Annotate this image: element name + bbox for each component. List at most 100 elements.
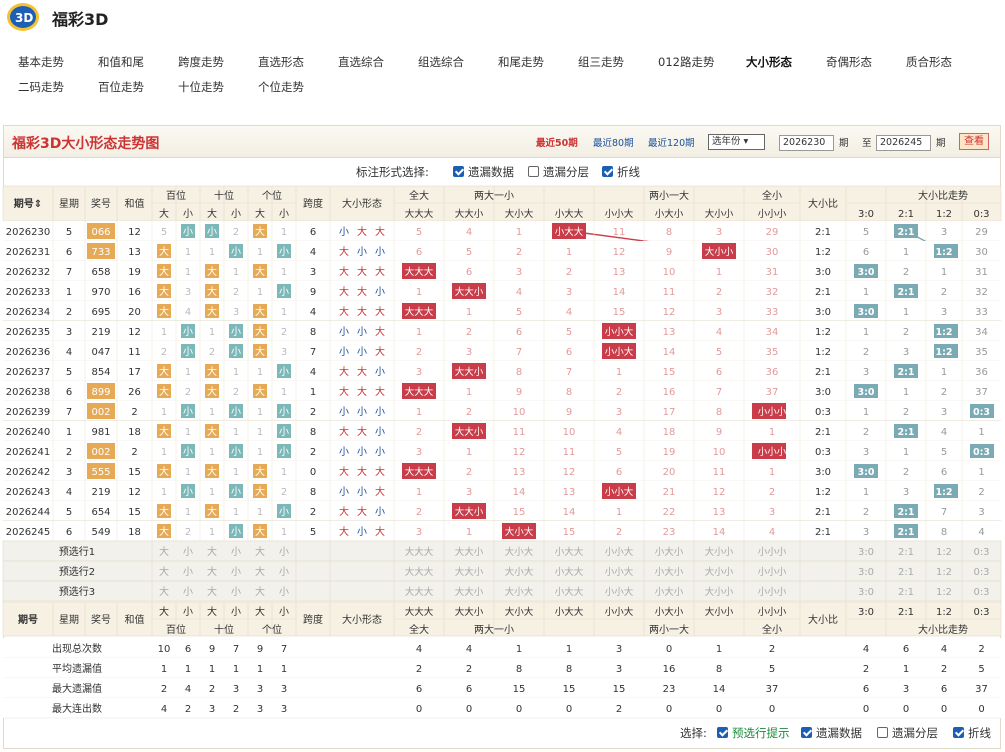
span-cell: 0 bbox=[310, 467, 316, 478]
big-small-subheader: 小 bbox=[279, 606, 289, 618]
big-small-subheader: 小 bbox=[231, 208, 241, 220]
form-omit-cell: 14 bbox=[613, 287, 626, 298]
form-omit-cell: 1 bbox=[466, 447, 472, 458]
stats-cell: 23 bbox=[663, 684, 676, 695]
omit-cell: 1 bbox=[257, 247, 263, 258]
pattern-char: 大 bbox=[375, 225, 385, 238]
table-row bbox=[3, 421, 1001, 441]
big-small-subheader: 大 bbox=[255, 207, 265, 220]
span-cell: 1 bbox=[310, 387, 316, 398]
span-header: 跨度 bbox=[303, 197, 323, 210]
omit-cell: 4 bbox=[185, 307, 191, 318]
ratio-hit-cell: 3:0 bbox=[857, 267, 874, 278]
issue-cell: 2026238 bbox=[6, 387, 51, 398]
span-header: 跨度 bbox=[303, 613, 323, 626]
span-cell: 8 bbox=[310, 487, 316, 498]
ratio-cell: 1:2 bbox=[815, 247, 831, 258]
form-omit-cell: 14 bbox=[563, 507, 576, 518]
big-small-cell: 大 bbox=[255, 485, 265, 498]
ratio-subheader: 3:0 bbox=[858, 209, 874, 220]
big-small-cell: 小 bbox=[231, 246, 241, 258]
form-omit-cell: 35 bbox=[766, 347, 779, 358]
ratio-omit-cell: 3 bbox=[863, 527, 869, 538]
form-omit-cell: 1 bbox=[616, 367, 622, 378]
ratio-omit-cell: 3 bbox=[903, 487, 909, 498]
preselect-cell: 小小大 bbox=[605, 586, 634, 598]
form-subheader: 小大小 bbox=[655, 208, 684, 220]
omit-cell: 1 bbox=[257, 507, 263, 518]
ratio-cell: 1:2 bbox=[815, 487, 831, 498]
stats-cell: 0 bbox=[941, 704, 947, 715]
big-small-cell: 小 bbox=[231, 326, 241, 338]
pattern-char: 大 bbox=[339, 305, 349, 318]
form-omit-cell: 3 bbox=[716, 227, 722, 238]
big-small-cell: 大 bbox=[207, 425, 217, 438]
preselect-cell: 小 bbox=[279, 566, 289, 578]
form-omit-cell: 19 bbox=[663, 447, 676, 458]
form-omit-cell: 11 bbox=[613, 227, 626, 238]
big-small-cell: 小 bbox=[279, 446, 289, 458]
stats-cell: 0 bbox=[516, 704, 522, 715]
omit-cell: 2 bbox=[185, 527, 191, 538]
form-omit-cell: 6 bbox=[416, 247, 422, 258]
form-omit-cell: 5 bbox=[716, 347, 722, 358]
sum-cell: 15 bbox=[128, 467, 141, 478]
stats-row bbox=[3, 678, 1001, 698]
omit-cell: 1 bbox=[209, 407, 215, 418]
omit-cell: 2 bbox=[233, 227, 239, 238]
preselect-cell: 小小大 bbox=[605, 546, 634, 558]
ratio-omit-cell: 5 bbox=[941, 447, 947, 458]
stats-cell: 5 bbox=[978, 664, 984, 675]
omit-cell: 1 bbox=[185, 267, 191, 278]
preselect-cell: 大 bbox=[159, 565, 169, 578]
prize-cell: 047 bbox=[91, 347, 110, 358]
ratio-subheader: 2:1 bbox=[898, 209, 914, 220]
stats-row bbox=[3, 638, 1001, 658]
form-omit-cell: 5 bbox=[516, 307, 522, 318]
big-small-cell: 大 bbox=[207, 505, 217, 518]
form-omit-cell: 6 bbox=[716, 367, 722, 378]
form-omit-cell: 3 bbox=[516, 267, 522, 278]
stats-cell: 3 bbox=[233, 684, 239, 695]
big-small-cell: 大 bbox=[207, 465, 217, 478]
span-cell: 2 bbox=[310, 507, 316, 518]
form-omit-cell: 15 bbox=[613, 307, 626, 318]
preselect-cell: 大小大 bbox=[505, 546, 534, 558]
stats-cell: 6 bbox=[416, 684, 422, 695]
pattern-char: 大 bbox=[357, 265, 367, 278]
ratio-cell: 2:1 bbox=[815, 527, 831, 538]
ratio-omit-cell: 1 bbox=[978, 467, 984, 478]
ratio-omit-cell: 8 bbox=[941, 527, 947, 538]
pattern-char: 大 bbox=[375, 385, 385, 398]
big-small-cell: 大 bbox=[255, 265, 265, 278]
form-omit-cell: 2 bbox=[416, 507, 422, 518]
form-omit-cell: 6 bbox=[566, 347, 572, 358]
pattern-char: 小 bbox=[357, 346, 367, 358]
issue-cell: 2026234 bbox=[6, 307, 51, 318]
ratio-subheader: 1:2 bbox=[936, 209, 952, 220]
ratio-omit-cell: 33 bbox=[975, 307, 988, 318]
form-subheader: 大大大 bbox=[405, 208, 434, 220]
form-omit-cell: 4 bbox=[616, 427, 622, 438]
pattern-char: 大 bbox=[339, 425, 349, 438]
form-omit-cell: 2 bbox=[466, 407, 472, 418]
ratio-omit-cell: 2 bbox=[903, 267, 909, 278]
group-two-small-header: 两小一大 bbox=[649, 623, 689, 636]
big-small-cell: 大 bbox=[159, 465, 169, 478]
big-small-subheader: 小 bbox=[231, 606, 241, 618]
big-small-cell: 大 bbox=[255, 325, 265, 338]
issue-cell: 2026244 bbox=[6, 507, 51, 518]
form-omit-cell: 9 bbox=[566, 407, 572, 418]
form-omit-cell: 9 bbox=[516, 387, 522, 398]
form-hit-cell: 小小小 bbox=[758, 407, 787, 418]
form-omit-cell: 15 bbox=[663, 367, 676, 378]
hundreds-header: 百位 bbox=[166, 189, 186, 202]
omit-cell: 3 bbox=[281, 347, 287, 358]
ratio-header: 大小比 bbox=[808, 197, 838, 210]
ratio-cell: 0:3 bbox=[815, 447, 831, 458]
form-hit-cell: 小小大 bbox=[605, 346, 634, 358]
group-two-big-header: 两大一小 bbox=[474, 189, 514, 202]
issue-cell: 2026237 bbox=[6, 367, 51, 378]
stats-cell: 4 bbox=[416, 644, 422, 655]
form-subheader: 小大大 bbox=[555, 606, 584, 618]
